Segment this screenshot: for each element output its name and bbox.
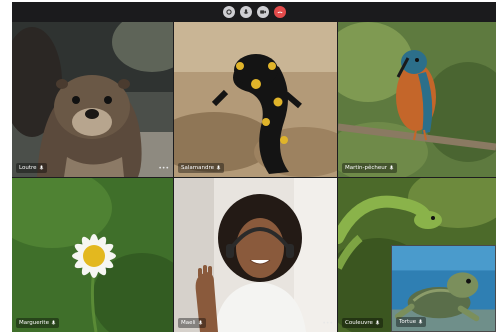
microphone-icon xyxy=(389,165,394,170)
settings-icon xyxy=(225,9,232,15)
daisy-video xyxy=(12,178,173,332)
participant-grid: Loutre ••• Salamandre Martin-pêcheur Mar… xyxy=(12,22,496,332)
participant-name: Tortue xyxy=(399,319,417,325)
participant-name: Marguerite xyxy=(19,320,49,326)
participant-name: Couleuvre xyxy=(345,320,373,326)
participant-name-tag: Marguerite xyxy=(16,318,59,328)
participant-tile-maeli[interactable]: Maeli ••• xyxy=(174,178,337,332)
end-call-icon xyxy=(276,11,283,14)
more-options-icon[interactable]: ••• xyxy=(322,320,333,328)
microphone-button[interactable] xyxy=(239,6,252,18)
participant-tile-kingfisher[interactable]: Martin-pêcheur xyxy=(338,22,496,177)
end-call-button[interactable] xyxy=(273,6,286,18)
participant-name: Loutre xyxy=(19,165,37,171)
participant-name: Salamandre xyxy=(181,165,214,171)
kingfisher-video xyxy=(338,22,496,177)
microphone-icon xyxy=(375,320,380,325)
participant-name-tag: Martin-pêcheur xyxy=(342,163,398,173)
maeli-video xyxy=(174,178,337,332)
more-options-icon[interactable]: ••• xyxy=(158,165,169,173)
participant-name: Martin-pêcheur xyxy=(345,165,388,171)
self-view-turtle[interactable]: Tortue xyxy=(391,245,496,332)
microphone-icon xyxy=(216,165,221,170)
call-toolbar xyxy=(12,2,496,22)
participant-name-tag: Tortue xyxy=(396,317,427,327)
camera-icon xyxy=(259,10,266,14)
participant-name-tag: Maeli xyxy=(178,318,206,328)
participant-tile-otter[interactable]: Loutre ••• xyxy=(12,22,173,177)
otter-video xyxy=(12,22,173,177)
microphone-icon xyxy=(51,320,56,325)
participant-name: Maeli xyxy=(181,320,196,326)
microphone-icon xyxy=(198,320,202,325)
microphone-icon xyxy=(418,319,423,324)
microphone-icon xyxy=(39,165,43,170)
microphone-icon xyxy=(243,9,248,15)
participant-tile-daisy[interactable]: Marguerite xyxy=(12,178,173,332)
participant-name-tag: Salamandre xyxy=(178,163,224,173)
participant-tile-salamander[interactable]: Salamandre xyxy=(174,22,337,177)
video-call-window: Loutre ••• Salamandre Martin-pêcheur Mar… xyxy=(12,2,496,332)
settings-button[interactable] xyxy=(222,6,235,18)
camera-button[interactable] xyxy=(256,6,269,18)
participant-name-tag: Loutre xyxy=(16,163,47,173)
participant-name-tag: Couleuvre xyxy=(342,318,383,328)
salamander-video xyxy=(174,22,337,177)
